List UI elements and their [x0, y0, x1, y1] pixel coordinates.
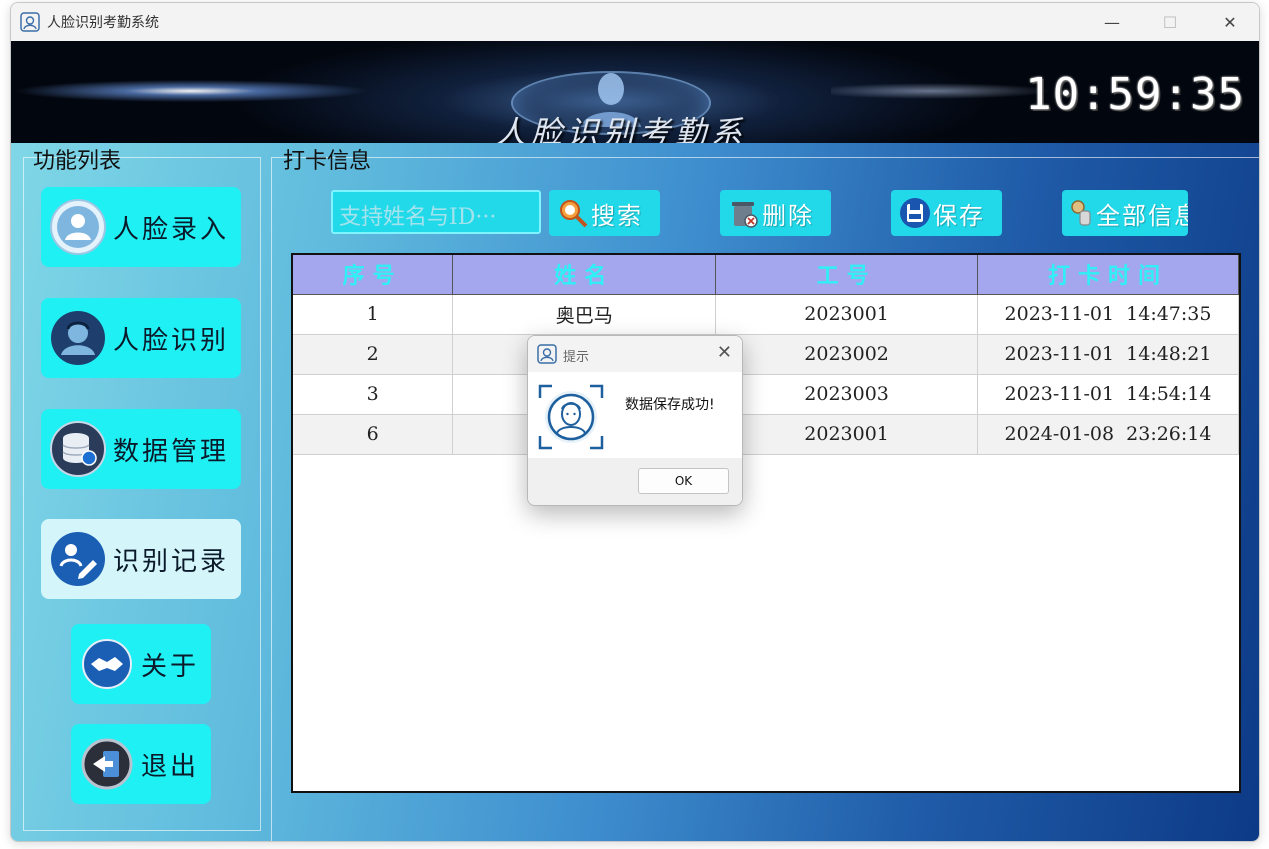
trash-icon	[732, 202, 758, 228]
cell-time[interactable]: 2024-01-08 23:26:14	[977, 414, 1239, 455]
dialog-title-bar: 提示 ✕	[528, 336, 742, 372]
cell-id[interactable]: 2023001	[715, 414, 979, 455]
search-input[interactable]: 支持姓名与ID···	[331, 190, 541, 234]
cell-index[interactable]: 6	[293, 414, 454, 455]
cell-name[interactable]: 奥巴马	[452, 294, 717, 335]
save-button-label: 保存	[933, 201, 985, 230]
nav-exit-label: 退出	[141, 751, 200, 782]
title-bar: 人脸识别考勤系统 — ☐ ✕	[11, 3, 1259, 41]
exit-icon	[81, 738, 133, 790]
dialog-title: 提示	[563, 350, 590, 365]
delete-button-label: 删除	[762, 201, 814, 230]
dialog-footer: OK	[528, 458, 742, 505]
nav-face-recognition-label: 人脸识别	[113, 325, 230, 356]
column-header-index[interactable]: 序号	[293, 255, 454, 295]
face-recognition-icon	[51, 311, 105, 365]
nav-recognition-records-button[interactable]: 识别记录	[41, 519, 241, 599]
cell-time[interactable]: 2023-11-01 14:48:21	[977, 334, 1239, 375]
banner-title: 人脸识别考勤系	[495, 115, 747, 143]
save-icon	[900, 198, 930, 228]
cell-index[interactable]: 2	[293, 334, 454, 375]
dialog-close-button[interactable]: ✕	[717, 342, 732, 363]
table-row[interactable]: 3 2023003 2023-11-01 14:54:14	[293, 374, 1239, 415]
digital-clock: 10:59:35	[1025, 69, 1245, 120]
delete-button[interactable]: 删除	[720, 190, 831, 236]
maximize-button[interactable]: ☐	[1141, 3, 1199, 41]
minimize-button[interactable]: —	[1083, 3, 1141, 41]
cell-index[interactable]: 3	[293, 374, 454, 415]
table-header-row: 序号 姓名 工号 打卡时间	[293, 255, 1239, 295]
database-icon	[50, 421, 106, 477]
info-tag-icon	[1071, 200, 1091, 226]
nav-exit-button[interactable]: 退出	[71, 724, 211, 804]
nav-about-button[interactable]: 关于	[71, 624, 211, 704]
nav-data-management-label: 数据管理	[113, 436, 230, 467]
sidebar-group-label: 功能列表	[33, 149, 122, 174]
ok-button[interactable]: OK	[638, 468, 729, 494]
column-header-id[interactable]: 工号	[715, 255, 979, 295]
all-info-button-label: 全部信息	[1096, 201, 1188, 230]
cell-time[interactable]: 2023-11-01 14:54:14	[977, 374, 1239, 415]
nav-about-label: 关于	[141, 651, 200, 682]
banner-light-flare	[11, 61, 431, 121]
nav-data-management-button[interactable]: 数据管理	[41, 409, 241, 489]
checkin-group-label: 打卡信息	[283, 149, 372, 174]
cell-time[interactable]: 2023-11-01 14:47:35	[977, 294, 1239, 335]
face-scan-icon	[538, 384, 604, 450]
column-header-name[interactable]: 姓名	[452, 255, 717, 295]
face-enroll-icon	[50, 199, 106, 255]
window-title: 人脸识别考勤系统	[47, 15, 159, 31]
app-logo-icon	[537, 344, 557, 364]
save-button[interactable]: 保存	[891, 190, 1002, 236]
nav-face-recognition-button[interactable]: 人脸识别	[41, 298, 241, 378]
cell-index[interactable]: 1	[293, 294, 454, 335]
cell-id[interactable]: 2023003	[715, 374, 979, 415]
message-dialog: 提示 ✕ 数据保存成功! OK	[527, 335, 743, 506]
app-logo-icon	[20, 12, 40, 32]
search-icon	[560, 200, 588, 228]
close-button[interactable]: ✕	[1201, 3, 1259, 41]
cell-id[interactable]: 2023002	[715, 334, 979, 375]
handshake-icon	[82, 639, 132, 689]
nav-face-enroll-label: 人脸录入	[113, 214, 230, 245]
table-row[interactable]: 6 2023001 2024-01-08 23:26:14	[293, 414, 1239, 455]
header-banner: 人脸识别考勤系 10:59:35	[11, 41, 1259, 143]
nav-recognition-records-label: 识别记录	[113, 546, 230, 577]
checkin-table[interactable]: 序号 姓名 工号 打卡时间 1 奥巴马 2023001 2023-11-01 1…	[291, 253, 1241, 793]
table-row[interactable]: 2 2023002 2023-11-01 14:48:21	[293, 334, 1239, 375]
all-info-button[interactable]: 全部信息	[1062, 190, 1188, 236]
cell-id[interactable]: 2023001	[715, 294, 979, 335]
search-button[interactable]: 搜索	[549, 190, 660, 236]
dialog-message: 数据保存成功!	[625, 397, 715, 413]
column-header-time[interactable]: 打卡时间	[977, 255, 1239, 295]
table-row[interactable]: 1 奥巴马 2023001 2023-11-01 14:47:35	[293, 294, 1239, 335]
record-edit-icon	[51, 532, 105, 586]
search-button-label: 搜索	[591, 201, 643, 230]
dialog-body: 数据保存成功!	[528, 372, 742, 458]
nav-face-enroll-button[interactable]: 人脸录入	[41, 187, 241, 267]
